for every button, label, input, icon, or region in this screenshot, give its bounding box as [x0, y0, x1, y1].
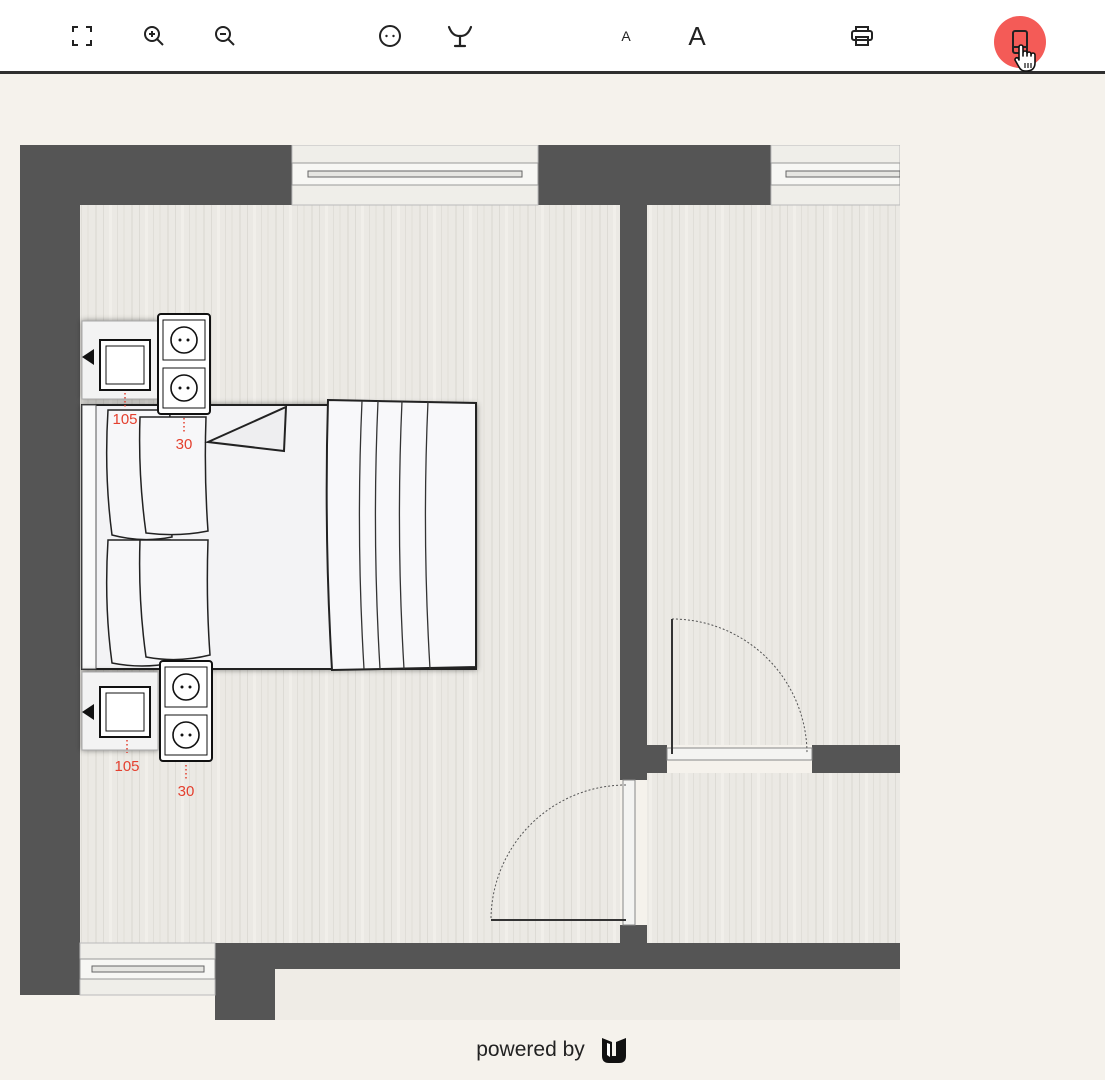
floorplan: 105 30 105 30	[20, 145, 900, 1020]
hall-floor	[647, 773, 900, 943]
print-button[interactable]	[838, 12, 886, 60]
window-top-right	[770, 145, 900, 206]
face-button[interactable]	[366, 12, 414, 60]
hand-cursor-icon	[1014, 44, 1036, 72]
font-increase-label: A	[688, 20, 706, 51]
font-decrease-button[interactable]: A	[602, 12, 650, 60]
socket-height-label: 30	[176, 436, 193, 453]
room-floor-right	[647, 205, 900, 745]
fullscreen-icon	[72, 26, 92, 46]
smiley-icon	[379, 25, 401, 47]
brand-logo-icon[interactable]	[599, 1035, 629, 1065]
socket-height-label: 105	[114, 758, 139, 775]
branch-icon	[447, 25, 473, 48]
print-icon	[851, 26, 873, 46]
footer: powered by	[0, 1030, 1105, 1070]
double-socket-top	[157, 313, 211, 415]
font-increase-button[interactable]: A	[673, 12, 721, 60]
font-decrease-label: A	[621, 28, 631, 44]
zoom-out-button[interactable]	[201, 12, 249, 60]
toolbar: A A	[0, 0, 1105, 74]
double-bed	[81, 398, 477, 672]
window-top-left	[291, 145, 539, 206]
fullscreen-button[interactable]	[58, 12, 106, 60]
zoom-in-button[interactable]	[130, 12, 178, 60]
window-bottom-left	[79, 942, 216, 996]
socket-height-label: 105	[112, 411, 137, 428]
floorplan-canvas[interactable]: 105 30 105 30	[20, 145, 900, 1020]
nightstand-bottom	[81, 671, 159, 751]
branch-button[interactable]	[436, 12, 484, 60]
socket-height-label: 30	[178, 783, 195, 800]
zoom-in-icon	[144, 26, 164, 46]
double-socket-bottom	[159, 660, 213, 762]
nightstand-top	[81, 320, 159, 400]
zoom-out-icon	[215, 26, 235, 46]
powered-by-text: powered by	[476, 1038, 585, 1061]
